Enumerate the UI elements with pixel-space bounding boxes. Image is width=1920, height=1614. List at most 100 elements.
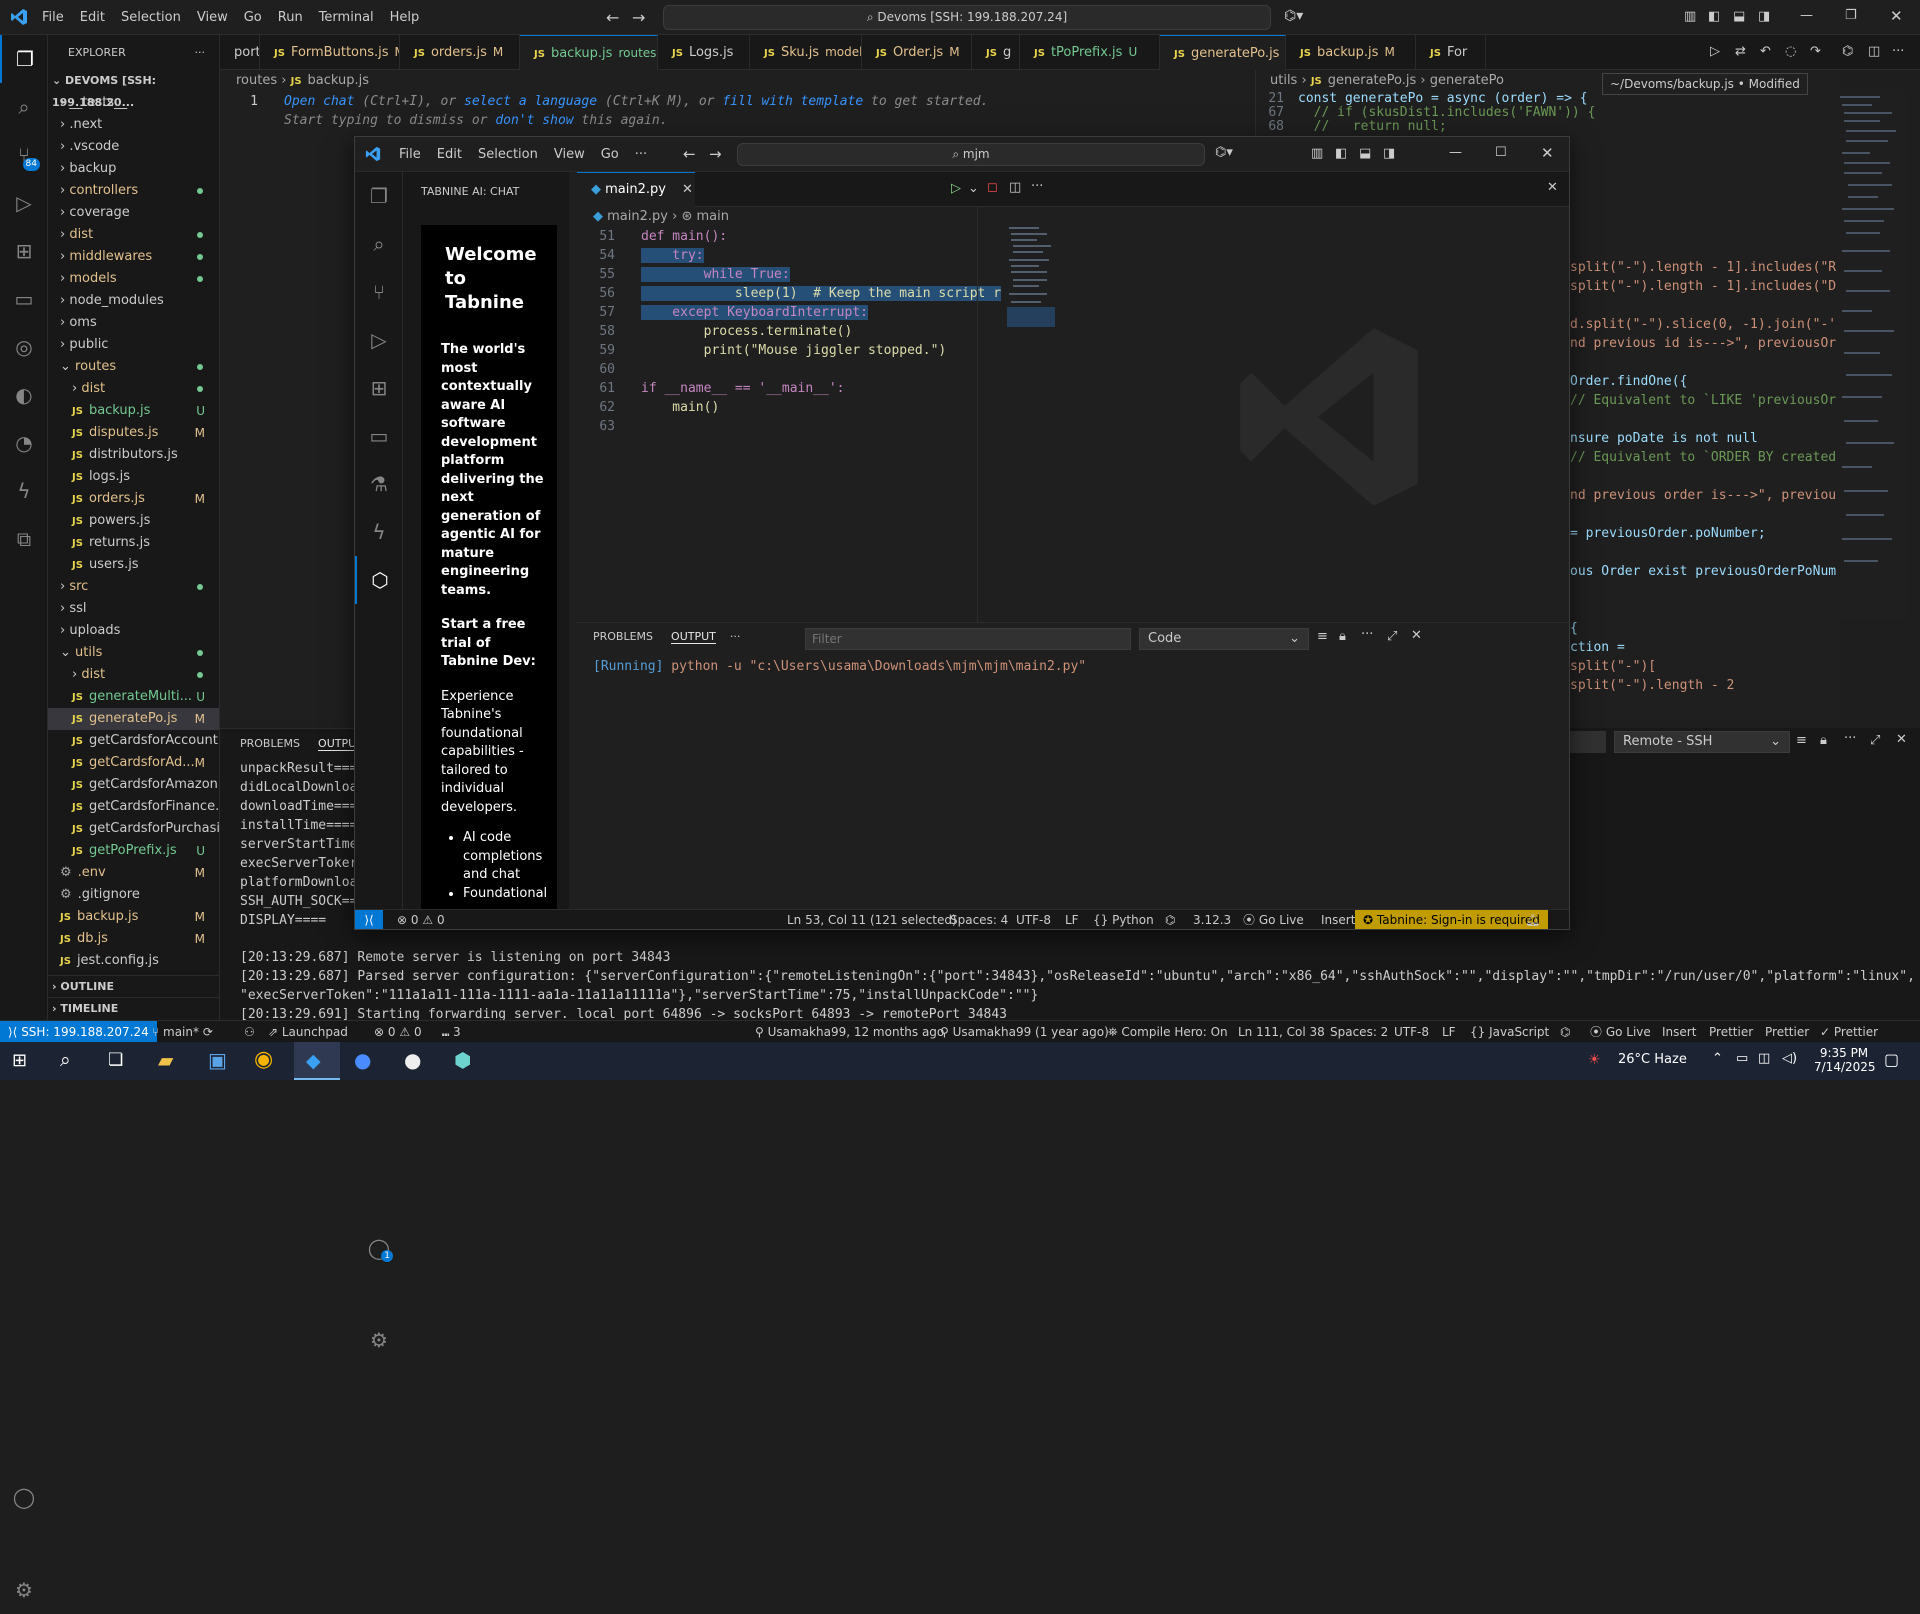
prettier-status[interactable]: ✓ Prettier bbox=[1820, 1021, 1878, 1043]
tree-item[interactable]: › src bbox=[48, 576, 219, 598]
file-explorer-icon[interactable]: ▰ bbox=[158, 1048, 173, 1072]
tree-item[interactable]: › controllers bbox=[48, 180, 219, 202]
live-share-icon[interactable]: ◐ bbox=[0, 371, 48, 419]
insert-mode[interactable]: Insert bbox=[1321, 910, 1355, 930]
run-icon[interactable]: ▷ bbox=[951, 181, 961, 196]
more-actions-icon[interactable]: ··· bbox=[1892, 44, 1904, 59]
encoding[interactable]: UTF-8 bbox=[1016, 910, 1051, 930]
panel-tab-problems[interactable]: PROBLEMS bbox=[593, 630, 653, 643]
more-actions-icon[interactable]: ··· bbox=[1361, 627, 1373, 642]
tree-item[interactable]: JS db.js M bbox=[48, 928, 219, 950]
tree-item[interactable]: › oms bbox=[48, 312, 219, 334]
clear-output-icon[interactable]: ≡ bbox=[1317, 629, 1328, 644]
remote-explorer-icon[interactable]: ▭ bbox=[355, 412, 403, 460]
tree-item[interactable]: JS getCardsforPurchasi... bbox=[48, 818, 219, 840]
tree-item[interactable]: JS generatePo.js M bbox=[48, 708, 219, 730]
git-blame-2[interactable]: ⚲ Usamakha99 (1 year ago) bbox=[940, 1021, 1109, 1043]
revert-icon[interactable]: ↶ bbox=[1760, 44, 1771, 59]
lock-scroll-icon[interactable]: 🔒︎ bbox=[1339, 629, 1346, 644]
minimap[interactable] bbox=[1007, 223, 1055, 353]
minimize-icon[interactable]: — bbox=[1800, 8, 1813, 23]
close-tab-icon[interactable]: ✕ bbox=[682, 182, 693, 197]
editor-tab[interactable]: JS Logs.js bbox=[658, 35, 750, 70]
search-activity-icon[interactable]: ⌕ bbox=[355, 220, 403, 268]
output-channel-select[interactable]: Remote - SSH ⌄ bbox=[1614, 731, 1790, 753]
weather-icon[interactable]: ☀ bbox=[1588, 1052, 1601, 1068]
tree-item[interactable]: › dist bbox=[48, 378, 219, 400]
explorer-icon[interactable]: ❐ bbox=[0, 35, 48, 83]
split-editor-icon[interactable]: ◫ bbox=[1868, 44, 1880, 59]
select-language-link[interactable]: select a language bbox=[464, 94, 597, 109]
close-icon[interactable]: ✕ bbox=[1890, 7, 1903, 25]
close-icon[interactable]: ✕ bbox=[1541, 144, 1554, 162]
tree-item[interactable]: › .next bbox=[48, 114, 219, 136]
tree-item[interactable]: › models bbox=[48, 268, 219, 290]
eol[interactable]: LF bbox=[1065, 910, 1079, 930]
breadcrumb-file[interactable]: generatePo.js bbox=[1328, 73, 1417, 88]
tree-item[interactable]: JS disputes.js M bbox=[48, 422, 219, 444]
tree-item[interactable]: › node_modules bbox=[48, 290, 219, 312]
tree-item[interactable]: ⌄ utils bbox=[48, 642, 219, 664]
maximize-panel-icon[interactable]: ⤢ bbox=[1387, 629, 1397, 644]
menu-run[interactable]: Run bbox=[270, 0, 311, 35]
customize-layout-icon[interactable]: ▥ bbox=[1311, 146, 1323, 161]
editor-tab[interactable]: JS Sku.js models M bbox=[750, 35, 862, 70]
breadcrumb-folder[interactable]: routes bbox=[236, 73, 277, 88]
copilot-icon[interactable]: ⌬ bbox=[1842, 44, 1853, 59]
clear-output-icon[interactable]: ≡ bbox=[1796, 733, 1807, 748]
editor-tab[interactable]: portsOrder.js bbox=[220, 35, 260, 70]
tree-item[interactable]: › ssl bbox=[48, 598, 219, 620]
launchpad[interactable]: ⇗ Launchpad bbox=[268, 1021, 348, 1043]
lock-scroll-icon[interactable]: 🔒︎ bbox=[1820, 733, 1827, 748]
indentation[interactable]: Spaces: 4 bbox=[950, 910, 1008, 930]
close-panel-icon[interactable]: ✕ bbox=[1896, 732, 1907, 747]
encoding[interactable]: UTF-8 bbox=[1394, 1021, 1429, 1043]
nav-back-icon[interactable]: ← bbox=[606, 8, 619, 27]
run-icon[interactable]: ▷ bbox=[1710, 44, 1720, 59]
editor-tab[interactable]: JS g bbox=[972, 35, 1020, 70]
menu-selection[interactable]: Selection bbox=[113, 0, 189, 35]
menu-selection[interactable]: Selection bbox=[470, 137, 546, 172]
language-mode[interactable]: {} JavaScript bbox=[1470, 1021, 1549, 1043]
breadcrumb-symbol[interactable]: generatePo bbox=[1430, 73, 1504, 88]
zoom-icon[interactable]: ● bbox=[354, 1048, 371, 1072]
menu-view[interactable]: View bbox=[189, 0, 236, 35]
remote-indicator[interactable]: ⟩⟨ SSH: 199.188.207.24 bbox=[0, 1021, 157, 1042]
tree-item[interactable]: JS getCardsforAmazon.js bbox=[48, 774, 219, 796]
tabnine-icon[interactable]: ⬡ bbox=[355, 556, 403, 604]
settings-gear-icon[interactable]: ⚙ bbox=[355, 1316, 403, 1364]
task-view-icon[interactable]: ❏ bbox=[108, 1050, 123, 1070]
customize-layout-icon[interactable]: ▥ bbox=[1684, 9, 1696, 24]
more-actions-icon[interactable]: ··· bbox=[730, 630, 741, 643]
extensions-icon[interactable]: ⊞ bbox=[0, 227, 48, 275]
restore-icon[interactable]: ❐ bbox=[1845, 8, 1857, 23]
problems-indicator[interactable]: ⊗ 0 ⚠ 0 bbox=[397, 910, 445, 930]
git-icon[interactable]: ◌ bbox=[1785, 44, 1796, 59]
menu-edit[interactable]: Edit bbox=[429, 137, 470, 172]
battery-icon[interactable]: ▭ bbox=[1736, 1051, 1748, 1066]
tree-item[interactable]: JS distributors.js bbox=[48, 444, 219, 466]
gitlens-icon[interactable]: ◎ bbox=[0, 323, 48, 371]
tree-item[interactable]: › uploads bbox=[48, 620, 219, 642]
source-control-icon[interactable]: ⑂ bbox=[355, 268, 403, 316]
tree-item[interactable]: JS getPoPrefix.js U bbox=[48, 840, 219, 862]
settings-gear-icon[interactable]: ⚙ bbox=[0, 1566, 48, 1614]
editor-tab[interactable]: JS For bbox=[1416, 35, 1486, 70]
nav-forward-icon[interactable]: → bbox=[632, 8, 645, 27]
search-activity-icon[interactable]: ⌕ bbox=[0, 83, 48, 131]
toggle-secondary-sidebar-icon[interactable]: ◨ bbox=[1383, 146, 1395, 161]
menu-go[interactable]: Go bbox=[593, 137, 627, 172]
breadcrumb-folder[interactable]: utils bbox=[1270, 73, 1297, 88]
command-center[interactable]: ⌕ Devoms [SSH: 199.188.207.24] bbox=[663, 5, 1271, 30]
outline-section[interactable]: › OUTLINE bbox=[48, 975, 220, 997]
testing-icon[interactable]: ⚗ bbox=[355, 460, 403, 508]
panel-tab-output[interactable]: OUTPU bbox=[318, 737, 357, 751]
problems-indicator[interactable]: ⊗ 0 ⚠ 0 bbox=[374, 1021, 422, 1043]
menu-terminal[interactable]: Terminal bbox=[311, 0, 382, 35]
open-chat-link[interactable]: Open chat bbox=[284, 94, 354, 109]
python-icon[interactable]: ⧉ bbox=[0, 515, 48, 563]
notifications-bell-icon[interactable]: 🔔︎ bbox=[1525, 910, 1540, 930]
insert-mode[interactable]: Insert bbox=[1662, 1021, 1696, 1043]
clock[interactable]: 9:35 PM 7/14/2025 bbox=[1814, 1046, 1876, 1074]
tree-item[interactable]: ⚙ .env M bbox=[48, 862, 219, 884]
